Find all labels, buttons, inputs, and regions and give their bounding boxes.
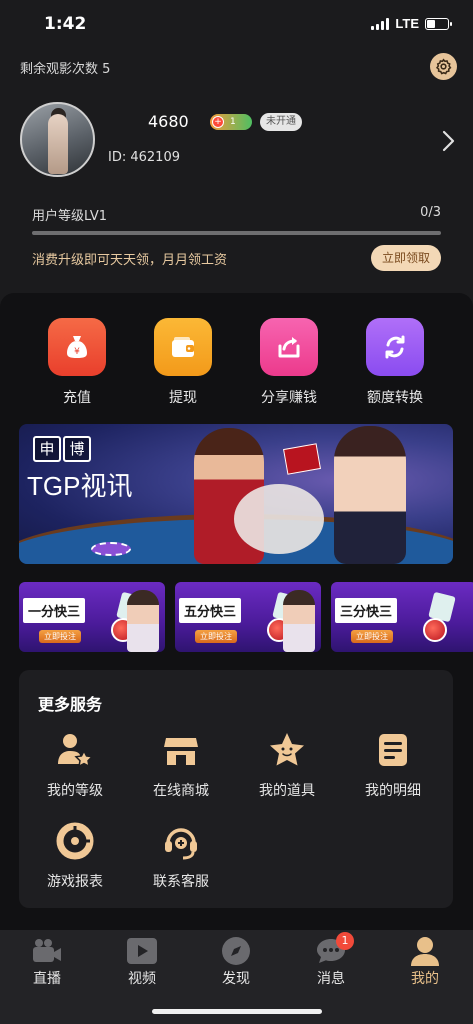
service-label: 我的明细 bbox=[365, 783, 421, 799]
game-card[interactable]: 三分快三 立即投注 bbox=[331, 582, 473, 652]
service-my-details[interactable]: 我的明细 bbox=[343, 730, 443, 800]
user-level-row: 用户等级LV1 0/3 bbox=[32, 205, 441, 224]
star-icon bbox=[267, 730, 307, 770]
unread-badge: 1 bbox=[336, 932, 354, 950]
services-title: 更多服务 bbox=[38, 695, 103, 714]
vip-coin-icon: + bbox=[212, 116, 224, 128]
home-indicator[interactable] bbox=[152, 1009, 322, 1014]
signal-icon bbox=[371, 17, 390, 30]
chips-graphic bbox=[91, 542, 131, 556]
game-cards: 一分快三 立即投注 五分快三 立即投注 三分快三 立即投注 bbox=[19, 582, 473, 652]
upgrade-tip: 消费升级即可天天领，月月领工资 bbox=[32, 253, 228, 268]
level-progress-text: 0/3 bbox=[420, 205, 441, 220]
video-camera-icon bbox=[30, 934, 64, 968]
service-game-report[interactable]: 游戏报表 bbox=[25, 821, 125, 891]
game-card[interactable]: 一分快三 立即投注 bbox=[19, 582, 165, 652]
banner-badge: 申 博 bbox=[33, 436, 91, 462]
status-bar: 1:42 LTE bbox=[0, 0, 473, 50]
tab-label: 视频 bbox=[128, 971, 156, 987]
battery-icon bbox=[425, 17, 452, 30]
game-title: 三分快三 bbox=[335, 598, 398, 623]
action-convert[interactable]: 额度转换 bbox=[345, 318, 445, 407]
bet-now-button[interactable]: 立即投注 bbox=[351, 630, 393, 643]
username: 4680 bbox=[148, 112, 189, 131]
banner-model-image bbox=[334, 426, 406, 564]
profile-card[interactable]: 4680 + 1 未开通 ID: 462109 bbox=[20, 100, 460, 180]
store-icon bbox=[161, 730, 201, 770]
level-progress-bar bbox=[32, 231, 441, 235]
game-title: 五分快三 bbox=[179, 598, 242, 623]
bet-now-button[interactable]: 立即投注 bbox=[195, 630, 237, 643]
service-my-props[interactable]: 我的道具 bbox=[237, 730, 337, 800]
service-customer-support[interactable]: 联系客服 bbox=[131, 821, 231, 891]
document-icon bbox=[373, 730, 413, 770]
action-recharge[interactable]: ¥ 充值 bbox=[27, 318, 127, 407]
remaining-views: 剩余观影次数 5 bbox=[20, 62, 111, 77]
gear-icon bbox=[435, 58, 452, 75]
service-label: 在线商城 bbox=[153, 783, 209, 799]
money-bag-icon: ¥ bbox=[48, 318, 106, 376]
user-icon bbox=[408, 934, 442, 968]
user-level-label: 用户等级LV1 bbox=[32, 209, 107, 224]
tab-label: 消息 bbox=[317, 971, 345, 987]
chevron-right-icon[interactable] bbox=[442, 130, 456, 152]
service-label: 联系客服 bbox=[153, 874, 209, 890]
service-label: 我的道具 bbox=[259, 783, 315, 799]
status-indicators: LTE bbox=[371, 16, 452, 31]
game-model-image bbox=[283, 590, 315, 652]
more-services-card: 更多服务 我的等级 在线商城 我的道具 我的明细 游戏报表 联系客服 bbox=[19, 670, 453, 908]
service-my-level[interactable]: 我的等级 bbox=[25, 730, 125, 800]
tab-label: 我的 bbox=[411, 971, 439, 987]
action-label: 提现 bbox=[169, 390, 197, 406]
service-label: 游戏报表 bbox=[47, 874, 103, 890]
quick-actions: ¥ 充值 提现 分享赚钱 额度转换 bbox=[0, 318, 473, 408]
tab-messages[interactable]: 1 消息 bbox=[284, 930, 378, 988]
status-time: 1:42 bbox=[44, 14, 87, 34]
settings-button[interactable] bbox=[430, 53, 457, 80]
action-withdraw[interactable]: 提现 bbox=[133, 318, 233, 407]
promo-banner[interactable]: 申 博 TGP视讯 bbox=[19, 424, 453, 564]
tab-discover[interactable]: 发现 bbox=[189, 930, 283, 988]
game-title: 一分快三 bbox=[23, 598, 86, 623]
network-label: LTE bbox=[395, 16, 419, 31]
vip-level: 1 bbox=[230, 117, 236, 127]
pie-chart-icon bbox=[55, 821, 95, 861]
tab-video[interactable]: 视频 bbox=[95, 930, 189, 988]
action-label: 额度转换 bbox=[367, 390, 423, 406]
banner-title: TGP视讯 bbox=[27, 471, 133, 501]
game-model-image bbox=[127, 590, 159, 652]
bet-now-button[interactable]: 立即投注 bbox=[39, 630, 81, 643]
user-star-icon bbox=[55, 730, 95, 770]
user-id: ID: 462109 bbox=[108, 150, 180, 165]
tab-label: 直播 bbox=[33, 971, 61, 987]
game-card[interactable]: 五分快三 立即投注 bbox=[175, 582, 321, 652]
wallet-icon bbox=[154, 318, 212, 376]
action-label: 分享赚钱 bbox=[261, 390, 317, 406]
headset-icon bbox=[161, 821, 201, 861]
tab-live[interactable]: 直播 bbox=[0, 930, 94, 988]
refresh-icon bbox=[366, 318, 424, 376]
play-icon bbox=[125, 934, 159, 968]
tab-label: 发现 bbox=[222, 971, 250, 987]
action-share[interactable]: 分享赚钱 bbox=[239, 318, 339, 407]
vip-badge: + 1 bbox=[210, 114, 252, 130]
action-label: 充值 bbox=[63, 390, 91, 406]
tab-mine[interactable]: 我的 bbox=[378, 930, 472, 988]
membership-status-badge: 未开通 bbox=[260, 113, 302, 131]
compass-icon bbox=[219, 934, 253, 968]
avatar[interactable] bbox=[20, 102, 95, 177]
playing-cards-graphic bbox=[283, 443, 321, 475]
share-icon bbox=[260, 318, 318, 376]
chat-icon: 1 bbox=[314, 932, 354, 968]
svg-text:¥: ¥ bbox=[74, 347, 80, 357]
service-label: 我的等级 bbox=[47, 783, 103, 799]
claim-button[interactable]: 立即领取 bbox=[370, 245, 441, 271]
service-online-store[interactable]: 在线商城 bbox=[131, 730, 231, 800]
